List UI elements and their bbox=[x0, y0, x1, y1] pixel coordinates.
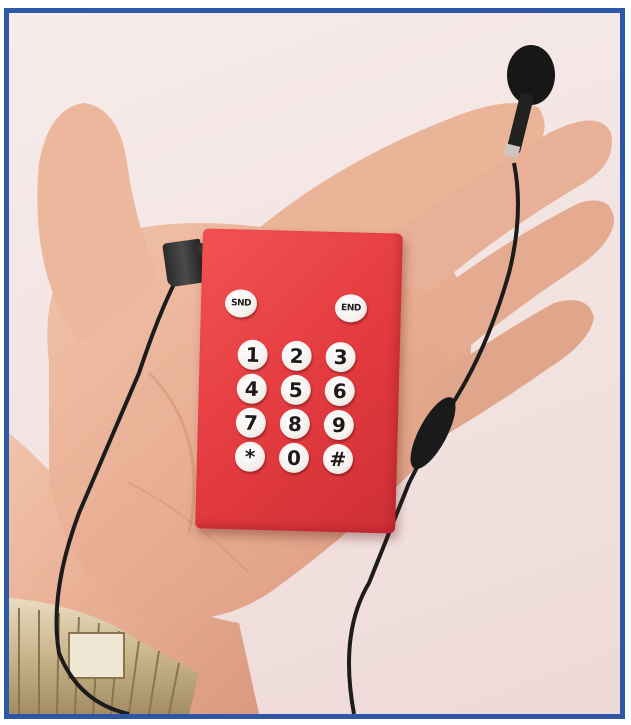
keypad-phone: SND END 1 2 3 4 5 6 7 8 9 * 0 # bbox=[195, 228, 403, 534]
key-6[interactable]: 6 bbox=[324, 375, 356, 407]
key-1[interactable]: 1 bbox=[237, 339, 269, 371]
key-5[interactable]: 5 bbox=[280, 374, 312, 406]
key-0[interactable]: 0 bbox=[278, 442, 310, 474]
key-3[interactable]: 3 bbox=[325, 341, 357, 373]
key-8[interactable]: 8 bbox=[279, 408, 311, 440]
key-star[interactable]: * bbox=[234, 441, 266, 473]
end-key[interactable]: END bbox=[334, 293, 368, 323]
key-9[interactable]: 9 bbox=[323, 409, 355, 441]
photo-frame: SND END 1 2 3 4 5 6 7 8 9 * 0 # bbox=[4, 8, 625, 719]
key-4[interactable]: 4 bbox=[236, 373, 268, 405]
key-2[interactable]: 2 bbox=[281, 340, 313, 372]
send-key[interactable]: SND bbox=[224, 289, 258, 318]
key-7[interactable]: 7 bbox=[235, 407, 267, 439]
key-hash[interactable]: # bbox=[322, 443, 354, 475]
